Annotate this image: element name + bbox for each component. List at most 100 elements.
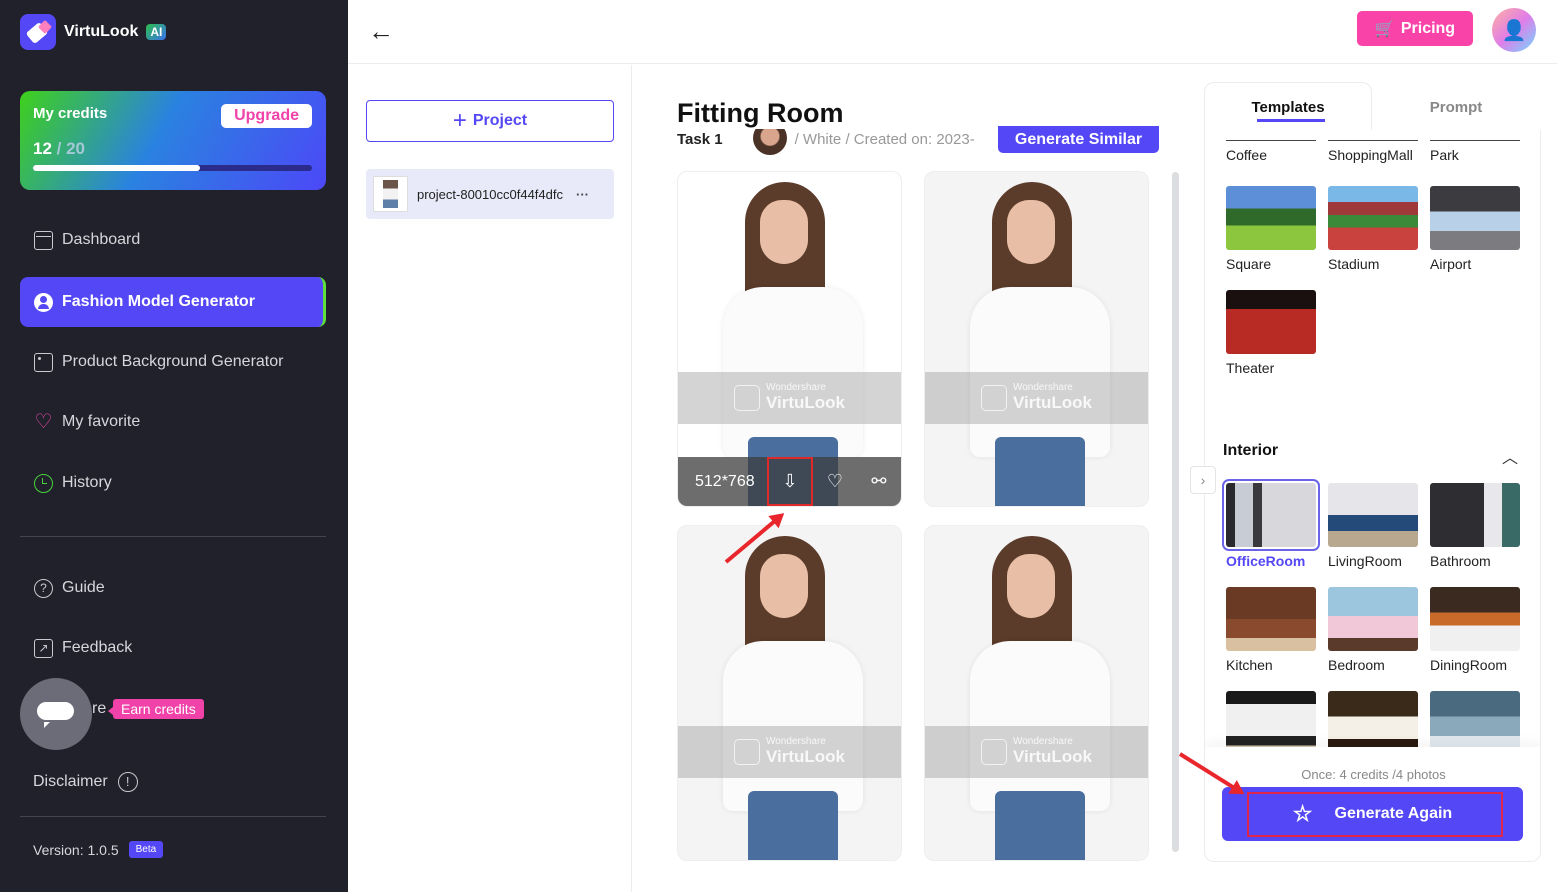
- version-info: Version: 1.0.5 Beta: [33, 841, 164, 858]
- template-thumbnail: [1328, 483, 1418, 547]
- sidebar-divider: [20, 536, 326, 537]
- template-thumbnail-edge: [1328, 140, 1418, 141]
- template-park[interactable]: Park: [1430, 140, 1520, 163]
- credits-card: My credits Upgrade 12 / 20: [20, 91, 326, 190]
- generated-image-card[interactable]: Wondershare VirtuLook 512*768 ⇩ ♡ ⚯: [677, 171, 902, 507]
- pricing-label: Pricing: [1400, 19, 1456, 37]
- add-project-button[interactable]: + Project: [366, 100, 614, 142]
- chevron-up-icon[interactable]: ︿: [1502, 444, 1518, 468]
- interior-grid: OfficeRoom LivingRoom Bathroom Kitchen Bedro…: [1222, 479, 1520, 777]
- template-label: Park: [1430, 147, 1459, 163]
- generated-image-card[interactable]: Wondershare VirtuLook: [924, 171, 1149, 507]
- template-theater[interactable]: Theater: [1226, 290, 1316, 376]
- template-coffee[interactable]: Coffee: [1226, 140, 1316, 163]
- template-thumbnail-edge: [1226, 140, 1316, 141]
- outdoor-partial-row: Coffee ShoppingMall Park: [1226, 140, 1520, 163]
- template-thumbnail: [1222, 479, 1320, 551]
- sidebar-item-label: Fashion Model Generator: [62, 293, 255, 310]
- credit-cost: Once: 4 credits /4 photos: [1301, 767, 1446, 782]
- sidebar-divider: [20, 816, 326, 817]
- templates-list: Coffee ShoppingMall Park Square Stadium …: [1204, 130, 1541, 862]
- image-size: 512*768: [695, 472, 755, 490]
- gallery-scrollbar[interactable]: [1172, 172, 1179, 852]
- ai-badge: AI: [146, 24, 167, 40]
- template-diningroom[interactable]: DiningRoom: [1430, 587, 1520, 673]
- template-thumbnail: [1226, 290, 1316, 354]
- watermark-big: VirtuLook: [1012, 747, 1093, 766]
- virtulook-watermark-icon: [733, 385, 760, 411]
- template-shoppingmall[interactable]: ShoppingMall: [1328, 140, 1418, 163]
- credits-progress-bar: [33, 165, 312, 171]
- watermark-text: Wondershare VirtuLook: [766, 737, 845, 767]
- template-label: ShoppingMall: [1328, 147, 1413, 163]
- model-jeans: [995, 791, 1085, 860]
- credits-count: 12 / 20: [33, 139, 85, 159]
- model-face: [760, 554, 808, 618]
- page-title: Fitting Room: [677, 98, 848, 129]
- model-face: [760, 200, 808, 264]
- sidebar-item-my-favorite[interactable]: ♡ My favorite: [20, 397, 326, 447]
- chat-button[interactable]: [20, 678, 92, 750]
- pricing-button[interactable]: 🛒 Pricing: [1357, 11, 1473, 46]
- sidebar: VirtuLook AI My credits Upgrade 12 / 20 …: [0, 0, 348, 892]
- template-bathroom[interactable]: Bathroom: [1430, 483, 1520, 569]
- sidebar-item-dashboard[interactable]: Dashboard: [20, 215, 326, 265]
- projects-panel: + Project project-80010cc0f44f4dfc ···: [348, 65, 632, 892]
- watermark: Wondershare VirtuLook: [678, 726, 901, 778]
- user-icon: 👤: [1501, 19, 1527, 42]
- generated-image-card[interactable]: Wondershare VirtuLook: [924, 525, 1149, 861]
- credits-progress-fill: [33, 165, 201, 171]
- template-stadium[interactable]: Stadium: [1328, 186, 1418, 272]
- dashboard-icon: [34, 230, 53, 250]
- tab-prompt[interactable]: Prompt: [1372, 82, 1540, 132]
- model-photo: [970, 536, 1110, 860]
- sidebar-item-guide[interactable]: ? Guide: [20, 563, 326, 613]
- app-logo[interactable]: VirtuLook AI: [20, 14, 167, 50]
- beta-badge: Beta: [128, 841, 164, 858]
- template-label: Square: [1226, 256, 1272, 272]
- image-icon: [34, 352, 53, 372]
- clock-icon: [34, 473, 53, 493]
- person-icon: [34, 292, 53, 312]
- favorite-icon[interactable]: ♡: [813, 457, 857, 506]
- sidebar-item-history[interactable]: History: [20, 458, 326, 508]
- generate-again-button[interactable]: ☆ Generate Again: [1222, 787, 1523, 841]
- version-label: Version: 1.0.5: [33, 841, 119, 858]
- disclaimer-link[interactable]: Disclaimer !: [33, 772, 138, 792]
- more-options-icon[interactable]: ···: [576, 187, 589, 202]
- panel-tabs: Templates Prompt: [1204, 82, 1541, 132]
- generate-similar-button[interactable]: Generate Similar: [998, 126, 1159, 153]
- generated-image-card[interactable]: Wondershare VirtuLook: [677, 525, 902, 861]
- download-icon[interactable]: ⇩: [766, 457, 813, 506]
- project-thumbnail: [373, 176, 408, 212]
- template-label: Bathroom: [1430, 553, 1491, 569]
- tab-templates[interactable]: Templates: [1204, 82, 1372, 132]
- template-airport[interactable]: Airport: [1430, 186, 1520, 272]
- template-kitchen[interactable]: Kitchen: [1226, 587, 1316, 673]
- template-square[interactable]: Square: [1226, 186, 1316, 272]
- watermark: Wondershare VirtuLook: [678, 372, 901, 424]
- back-arrow-icon[interactable]: ←: [368, 16, 394, 47]
- watermark: Wondershare VirtuLook: [925, 726, 1148, 778]
- template-label: Theater: [1226, 360, 1275, 376]
- sidebar-item-feedback[interactable]: ↗ Feedback: [20, 623, 326, 673]
- project-list-item[interactable]: project-80010cc0f44f4dfc ···: [366, 169, 614, 219]
- template-officeroom[interactable]: OfficeRoom: [1222, 479, 1320, 569]
- share-icon[interactable]: ⚯: [857, 457, 901, 506]
- template-thumbnail: [1328, 587, 1418, 651]
- sidebar-item-product-background-generator[interactable]: Product Background Generator: [20, 337, 326, 387]
- template-livingroom[interactable]: LivingRoom: [1328, 483, 1418, 569]
- template-label: DiningRoom: [1430, 657, 1508, 673]
- user-avatar[interactable]: 👤: [1492, 8, 1536, 52]
- model-jeans: [995, 437, 1085, 506]
- template-thumbnail: [1430, 587, 1520, 651]
- info-icon: !: [117, 772, 138, 792]
- template-label: Kitchen: [1226, 657, 1273, 673]
- sidebar-item-fashion-model-generator[interactable]: Fashion Model Generator: [20, 277, 326, 327]
- add-project-label: Project: [472, 112, 528, 129]
- watermark-text: Wondershare VirtuLook: [1013, 383, 1092, 413]
- upgrade-button[interactable]: Upgrade: [221, 104, 312, 128]
- chevron-right-icon[interactable]: ›: [1190, 466, 1216, 494]
- sidebar-item-share-label[interactable]: re: [92, 700, 106, 718]
- template-bedroom[interactable]: Bedroom: [1328, 587, 1418, 673]
